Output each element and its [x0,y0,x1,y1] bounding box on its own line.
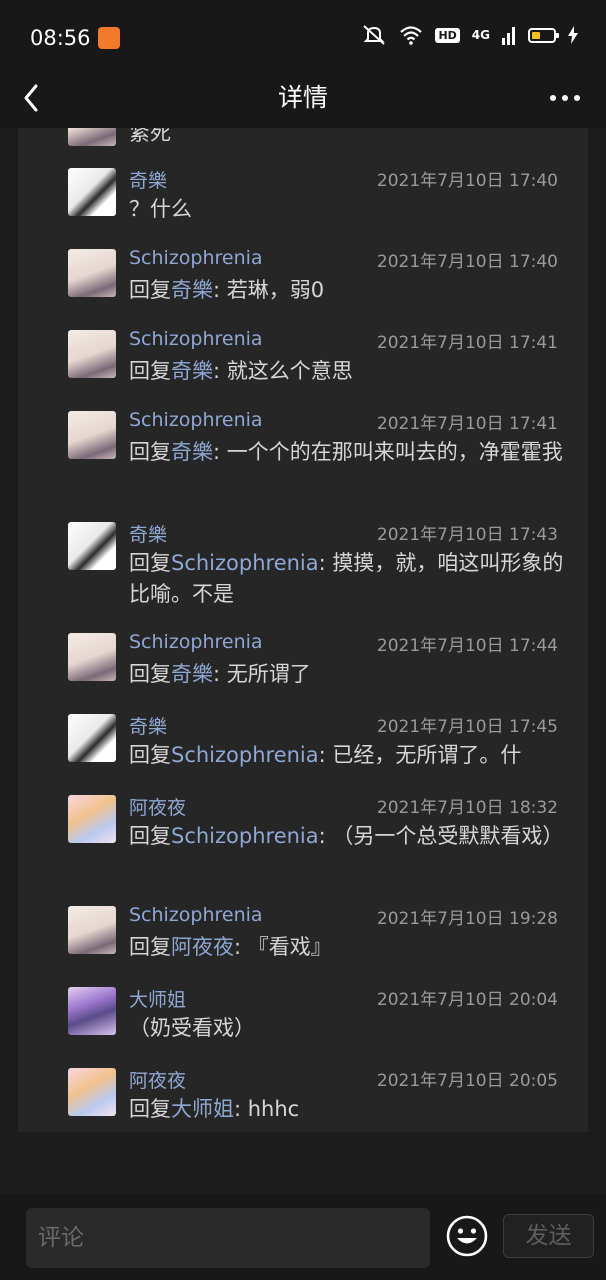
charging-icon [568,26,578,44]
reply-prefix: 回复 [129,278,171,302]
mention-link[interactable]: 阿夜夜 [171,935,234,959]
comment-composer: 发送 [0,1194,606,1280]
reply-author[interactable]: 阿夜夜 [129,793,186,820]
navigation-bar: 详情 [0,70,606,128]
reply-timestamp: 2021年7月10日 20:05 [376,1071,558,1091]
avatar[interactable] [68,633,116,681]
avatar[interactable] [68,128,116,146]
reply-timestamp: 2021年7月10日 17:45 [376,717,558,737]
reply-author[interactable]: Schizophrenia [129,631,263,653]
comment-input[interactable] [26,1208,430,1268]
reply-prefix: 回复 [129,743,171,767]
reply-text: 回复奇樂: 就这么个意思 [129,356,565,387]
reply-text: （奶受看戏） [129,1013,565,1044]
reply-prefix: 回复 [129,1097,171,1121]
mute-icon [363,25,386,45]
reply-timestamp: 2021年7月10日 20:04 [376,990,558,1010]
reply-text: 回复奇樂: 若琳，弱0 [129,275,565,306]
mention-link[interactable]: 奇樂 [171,278,213,302]
reply-author[interactable]: Schizophrenia [129,904,263,926]
reply-text: 紧死 [129,128,171,145]
replies-card: 紧死 奇樂 2021年7月10日 17:40 ？什么 Schizophrenia 202… [18,128,588,1132]
avatar[interactable] [68,330,116,378]
reply-message: : 『看戏』 [234,935,332,959]
reply-author[interactable]: 奇樂 [129,166,167,193]
reply-message: : （另一个总受默默看戏） [318,824,564,848]
reply-prefix: 回复 [129,440,171,464]
wifi-icon [400,26,423,45]
reply-author[interactable]: 大师姐 [129,985,186,1012]
send-button[interactable]: 发送 [503,1214,594,1258]
page-title: 详情 [277,83,328,112]
mention-link[interactable]: 奇樂 [171,662,213,686]
reply-text: 回复Schizophrenia: 摸摸，就，咱这叫形象的比喻。不是 [129,548,565,610]
mention-link[interactable]: 奇樂 [171,359,213,383]
avatar[interactable] [68,1068,116,1116]
reply-author[interactable]: Schizophrenia [129,409,263,431]
reply-author[interactable]: Schizophrenia [129,247,263,269]
status-bar: 08:56 HD 4G [0,0,606,70]
app-notification-icon [98,27,120,49]
reply-message: : 就这么个意思 [213,359,353,383]
reply-message: : hhhc [234,1097,300,1121]
avatar[interactable] [68,168,116,216]
reply-text: 回复大师姐: hhhc [129,1094,565,1125]
battery-icon [528,27,559,43]
reply-message: : 若琳，弱0 [213,278,325,302]
reply-text: 回复奇樂: 一个个的在那叫来叫去的，净霍霍我 [129,437,565,468]
mention-link[interactable]: Schizophrenia [171,743,319,767]
reply-prefix: 回复 [129,662,171,686]
mention-link[interactable]: Schizophrenia [171,551,319,575]
status-icons: HD 4G [361,24,578,46]
reply-author[interactable]: 奇樂 [129,520,167,547]
reply-text: 回复Schizophrenia: 已经，无所谓了。什 [129,740,565,771]
reply-text: 回复Schizophrenia: （另一个总受默默看戏） [129,821,565,852]
signal-icon [502,27,515,45]
reply-timestamp: 2021年7月10日 17:41 [376,414,558,434]
reply-message: : 已经，无所谓了。什 [318,743,522,767]
reply-message: : 无所谓了 [213,662,311,686]
reply-timestamp: 2021年7月10日 17:40 [376,171,558,191]
mention-link[interactable]: 大师姐 [171,1097,234,1121]
avatar[interactable] [68,714,116,762]
reply-prefix: 回复 [129,359,171,383]
avatar[interactable] [68,522,116,570]
reply-prefix: 回复 [129,935,171,959]
avatar[interactable] [68,987,116,1035]
reply-timestamp: 2021年7月10日 18:32 [376,798,558,818]
avatar[interactable] [68,249,116,297]
reply-message: （奶受看戏） [129,1016,255,1040]
reply-text: 回复阿夜夜: 『看戏』 [129,932,565,963]
reply-prefix: 回复 [129,824,171,848]
reply-timestamp: 2021年7月10日 17:40 [376,252,558,272]
reply-message: : 一个个的在那叫来叫去的，净霍霍我 [213,440,563,464]
more-options-icon[interactable] [548,86,582,110]
reply-author[interactable]: Schizophrenia [129,328,263,350]
reply-author[interactable]: 阿夜夜 [129,1066,186,1093]
network-type: 4G [471,28,490,42]
reply-timestamp: 2021年7月10日 17:44 [376,636,558,656]
reply-timestamp: 2021年7月10日 17:43 [376,525,558,545]
reply-text: 回复奇樂: 无所谓了 [129,659,565,690]
hd-badge: HD [435,27,460,43]
emoji-icon[interactable] [445,1214,489,1258]
reply-message: ？什么 [129,197,192,221]
avatar[interactable] [68,411,116,459]
reply-timestamp: 2021年7月10日 19:28 [376,909,558,929]
clock: 08:56 [30,26,91,50]
avatar[interactable] [68,795,116,843]
avatar[interactable] [68,906,116,954]
reply-author[interactable]: 奇樂 [129,712,167,739]
reply-timestamp: 2021年7月10日 17:41 [376,333,558,353]
mention-link[interactable]: 奇樂 [171,440,213,464]
reply-text: ？什么 [129,194,565,225]
mention-link[interactable]: Schizophrenia [171,824,319,848]
reply-prefix: 回复 [129,551,171,575]
